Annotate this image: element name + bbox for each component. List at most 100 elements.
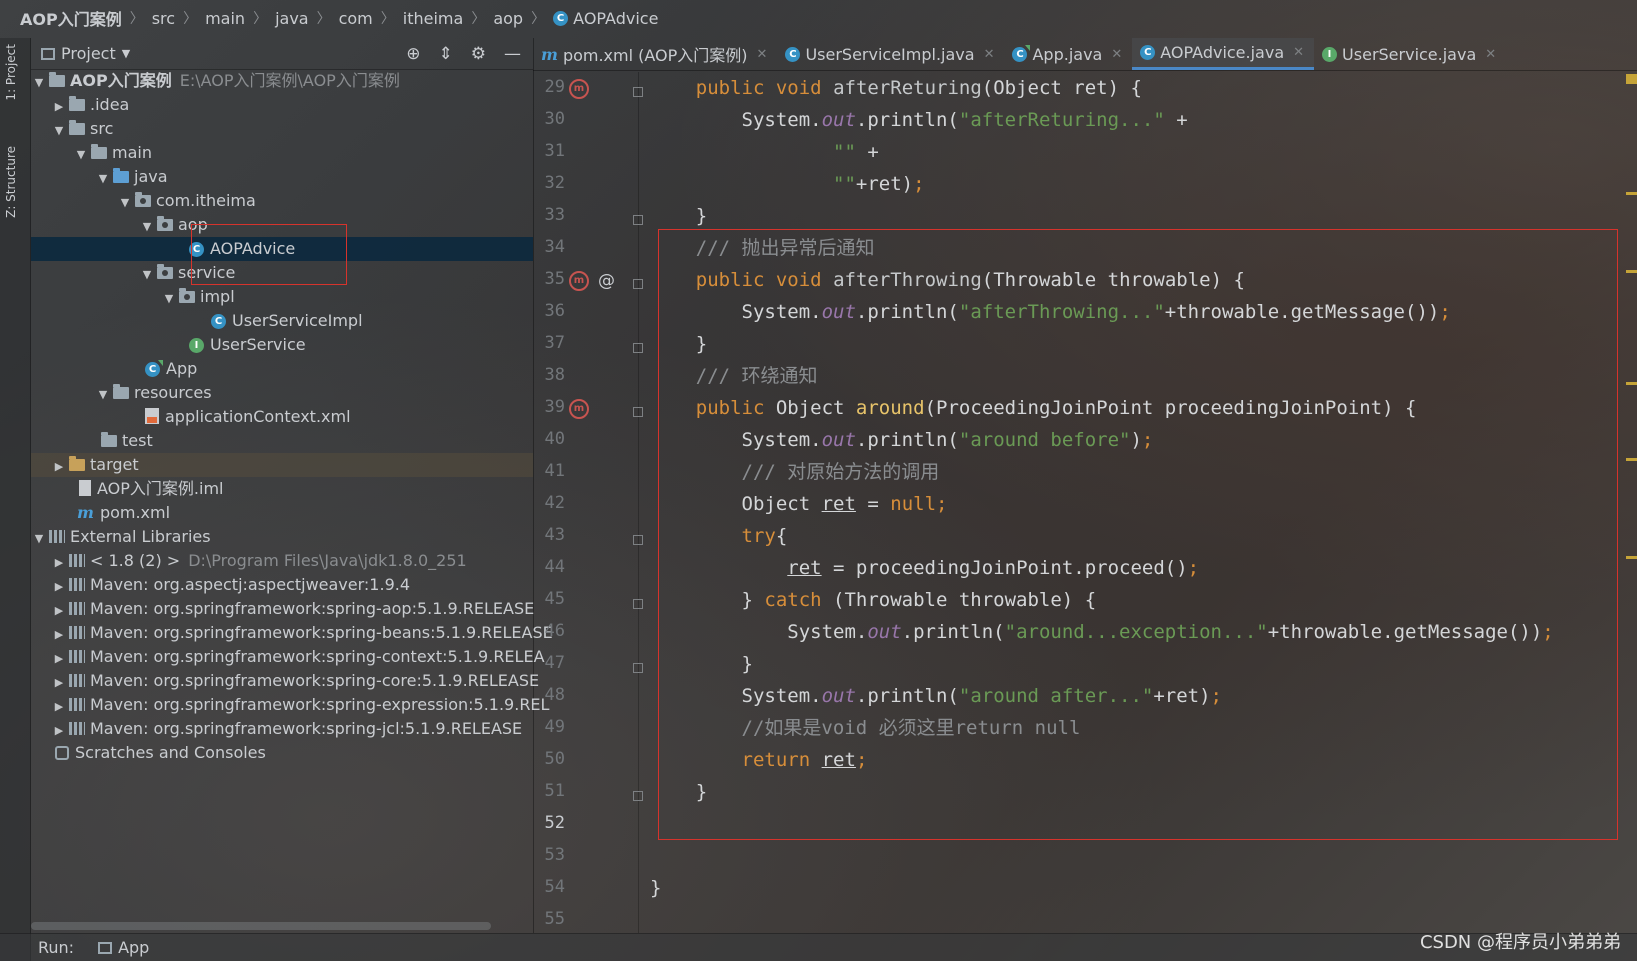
close-icon[interactable]: ✕ bbox=[1111, 47, 1122, 62]
chevron-down-icon[interactable]: ▼ bbox=[122, 47, 130, 60]
breadcrumb-itheima[interactable]: itheima bbox=[403, 9, 464, 28]
tree-row-project-root[interactable]: ▼ AOP入门案例 E:\AOP入门案例\AOP入门案例 bbox=[31, 69, 533, 93]
close-icon[interactable]: ✕ bbox=[757, 47, 768, 62]
fold-icon[interactable] bbox=[633, 791, 643, 801]
line-number: 44 bbox=[544, 557, 565, 577]
class-icon: C bbox=[553, 10, 569, 26]
tab-userservice[interactable]: I UserService.java ✕ bbox=[1314, 38, 1506, 70]
fold-icon[interactable] bbox=[633, 407, 643, 417]
close-icon[interactable]: ✕ bbox=[1485, 47, 1496, 62]
class-icon: C bbox=[211, 314, 226, 329]
library-icon bbox=[69, 602, 85, 615]
fold-icon[interactable] bbox=[633, 215, 643, 225]
code-line[interactable]: } bbox=[650, 202, 707, 230]
tree-row-userservice[interactable]: I UserService bbox=[31, 333, 533, 357]
advice-marker-icon[interactable]: m bbox=[569, 399, 589, 419]
fold-icon[interactable] bbox=[633, 599, 643, 609]
app-class-icon: C bbox=[1012, 44, 1031, 62]
advice-marker-icon[interactable]: m bbox=[569, 79, 589, 99]
line-number: 46 bbox=[544, 621, 565, 641]
line-number-current: 52 bbox=[544, 813, 565, 833]
tree-row-maven-lib[interactable]: ▶ Maven: org.springframework:spring-beans… bbox=[31, 621, 553, 645]
breadcrumb-aopadvice[interactable]: AOPAdvice bbox=[573, 9, 658, 28]
tree-row-userserviceimpl[interactable]: C UserServiceImpl bbox=[31, 309, 533, 333]
tree-row-external-libraries[interactable]: ▼ External Libraries bbox=[31, 525, 533, 549]
line-number: 39 bbox=[544, 397, 565, 417]
breadcrumb-java[interactable]: java bbox=[275, 9, 309, 28]
editor-tabs: m pom.xml (AOP入门案例) ✕ C UserServiceImpl.j… bbox=[533, 38, 1637, 71]
locate-icon[interactable]: ⊕ bbox=[406, 44, 420, 64]
code-line[interactable]: System.out.println("afterReturing..." + bbox=[650, 106, 1188, 134]
chevron-right-icon: 〉 bbox=[380, 11, 395, 27]
tree-row-src[interactable]: ▼ src bbox=[31, 117, 533, 141]
line-number: 49 bbox=[544, 717, 565, 737]
library-icon bbox=[69, 722, 85, 735]
tree-row-java[interactable]: ▼ java bbox=[31, 165, 533, 189]
watermark-text: CSDN @程序员小弟弟弟 bbox=[1419, 932, 1621, 953]
project-tool-tab[interactable]: 1: Project bbox=[4, 44, 18, 101]
code-line[interactable]: ""+ret); bbox=[650, 170, 925, 198]
breadcrumb-main[interactable]: main bbox=[205, 9, 245, 28]
tree-row-pom[interactable]: m pom.xml bbox=[31, 501, 533, 525]
annotation-at-icon[interactable]: @ bbox=[598, 271, 615, 291]
line-number: 40 bbox=[544, 429, 565, 449]
tree-row-maven-lib[interactable]: ▶ Maven: org.springframework:spring-core:… bbox=[31, 669, 539, 693]
line-number: 33 bbox=[544, 205, 565, 225]
warning-marker[interactable] bbox=[1626, 382, 1637, 385]
warning-marker[interactable] bbox=[1626, 74, 1637, 84]
breadcrumb-project[interactable]: AOP入门案例 bbox=[20, 6, 122, 30]
line-number: 51 bbox=[544, 781, 565, 801]
code-line[interactable]: public void afterReturing(Object ret) { bbox=[650, 74, 1142, 102]
run-config-tab[interactable]: App bbox=[118, 938, 149, 957]
tree-row-scratches[interactable]: Scratches and Consoles bbox=[31, 741, 533, 765]
tab-app[interactable]: C App.java ✕ bbox=[1004, 38, 1132, 70]
close-icon[interactable]: ✕ bbox=[1293, 45, 1304, 60]
tree-row-maven-lib[interactable]: ▶ Maven: org.springframework:spring-conte… bbox=[31, 645, 545, 669]
tab-aopadvice[interactable]: C AOPAdvice.java ✕ bbox=[1132, 38, 1315, 70]
tree-row-app[interactable]: C App bbox=[31, 357, 533, 381]
tree-row-maven-lib[interactable]: ▶ Maven: org.springframework:spring-aop:5… bbox=[31, 597, 534, 621]
warning-marker[interactable] bbox=[1626, 270, 1637, 273]
fold-icon[interactable] bbox=[633, 343, 643, 353]
breadcrumb-aop[interactable]: aop bbox=[493, 9, 523, 28]
warning-marker[interactable] bbox=[1626, 192, 1637, 195]
code-line[interactable]: } bbox=[650, 874, 661, 902]
tree-row-main[interactable]: ▼ main bbox=[31, 141, 533, 165]
scratches-icon bbox=[55, 746, 69, 760]
close-icon[interactable]: ✕ bbox=[984, 47, 995, 62]
tab-userserviceimpl[interactable]: C UserServiceImpl.java ✕ bbox=[777, 38, 1004, 70]
warning-marker[interactable] bbox=[1626, 458, 1637, 461]
tree-row-impl[interactable]: ▼ impl bbox=[31, 285, 533, 309]
tree-row-maven-lib[interactable]: ▶ Maven: org.springframework:spring-jcl:5… bbox=[31, 717, 533, 741]
fold-icon[interactable] bbox=[633, 87, 643, 97]
breadcrumb-com[interactable]: com bbox=[339, 9, 373, 28]
maven-icon: m bbox=[541, 44, 558, 64]
tree-row-test[interactable]: test bbox=[31, 429, 533, 453]
fold-icon[interactable] bbox=[633, 279, 643, 289]
collapse-all-icon[interactable]: ⇕ bbox=[439, 44, 453, 64]
breadcrumb-src[interactable]: src bbox=[152, 9, 175, 28]
annotation-box-aop-package bbox=[191, 224, 347, 285]
tree-row-idea[interactable]: ▶ .idea bbox=[31, 93, 533, 117]
tool-window-stripe: 1: Project Z: Structure bbox=[0, 38, 31, 961]
hide-icon[interactable]: — bbox=[504, 44, 521, 64]
interface-icon: I bbox=[189, 338, 204, 353]
gear-icon[interactable]: ⚙ bbox=[471, 44, 486, 64]
fold-icon[interactable] bbox=[633, 663, 643, 673]
tree-row-maven-lib[interactable]: ▶ Maven: org.aspectj:aspectjweaver:1.9.4 bbox=[31, 573, 533, 597]
tree-row-target[interactable]: ▶ target bbox=[31, 453, 533, 477]
tree-row-jdk[interactable]: ▶ < 1.8 (2) > D:\Program Files\Java\jdk1.8… bbox=[31, 549, 533, 573]
code-line[interactable]: "" + bbox=[650, 138, 879, 166]
tree-row-resources[interactable]: ▼ resources bbox=[31, 381, 533, 405]
tree-row-iml[interactable]: AOP入门案例.iml bbox=[31, 477, 533, 501]
tree-row-maven-lib[interactable]: ▶ Maven: org.springframework:spring-expre… bbox=[31, 693, 550, 717]
tree-row-com-itheima[interactable]: ▼ com.itheima bbox=[31, 189, 533, 213]
warning-marker[interactable] bbox=[1626, 556, 1637, 559]
tab-pom-xml[interactable]: m pom.xml (AOP入门案例) ✕ bbox=[533, 38, 777, 70]
fold-icon[interactable] bbox=[633, 535, 643, 545]
tree-row-applicationcontext[interactable]: applicationContext.xml bbox=[31, 405, 533, 429]
library-icon bbox=[49, 530, 65, 543]
project-view-dropdown[interactable]: Project bbox=[61, 44, 116, 63]
structure-tool-tab[interactable]: Z: Structure bbox=[4, 146, 18, 218]
advice-marker-icon[interactable]: m bbox=[569, 271, 589, 291]
